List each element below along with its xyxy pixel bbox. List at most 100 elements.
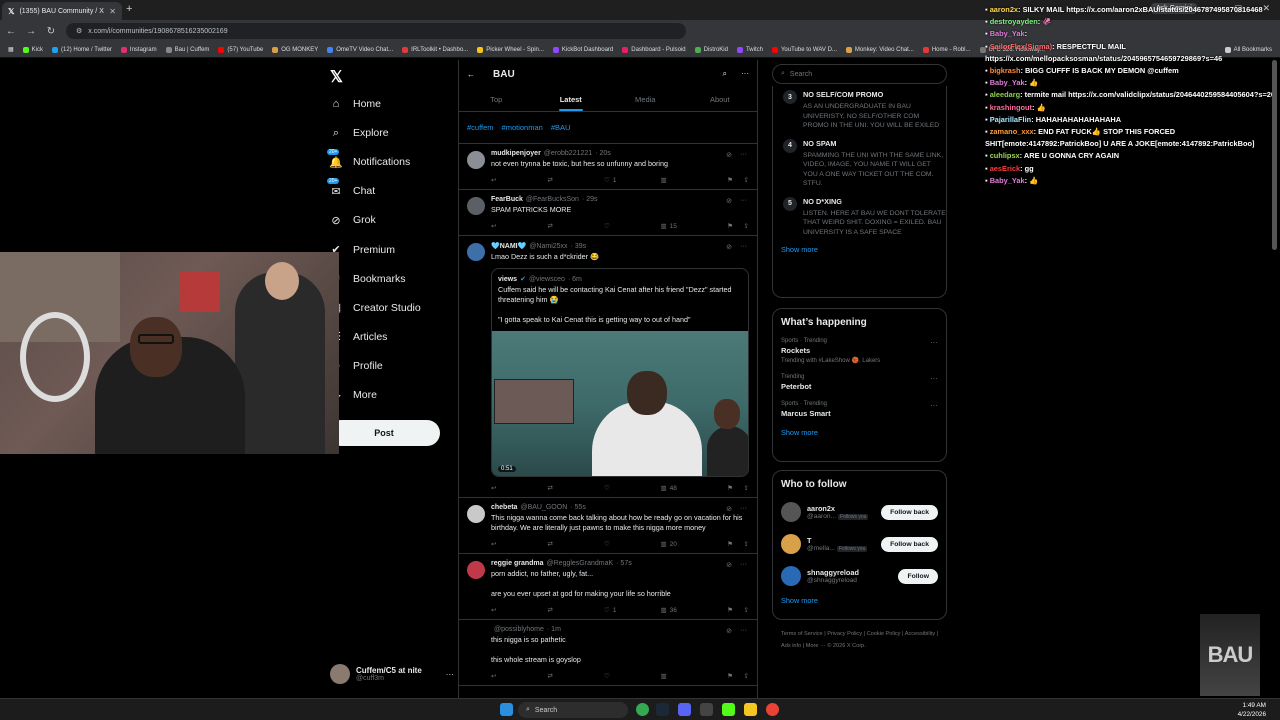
obs-icon[interactable] [700,703,713,716]
bookmark-item[interactable]: Kick [22,46,43,53]
trend-item[interactable]: Trending Peterbot ··· [773,374,946,391]
bookmark-item[interactable]: (57) YouTube [218,46,263,53]
trend-item[interactable]: Sports · Trending Marcus Smart ··· [773,401,946,418]
bookmark-item[interactable]: (12) Home / Twitter [52,46,112,53]
nav-item-creator-studio[interactable]: ▤Creator Studio [329,301,421,315]
more-icon[interactable]: ··· [930,338,938,347]
bookmark-item[interactable]: DistroKid [694,46,728,53]
share-icon[interactable]: ⇪ [733,176,749,184]
share-icon[interactable]: ⇪ [733,606,749,614]
tweet-action[interactable]: ♡ 1 [604,606,661,615]
chat-username[interactable]: aleedarg [990,90,1020,99]
follow-button[interactable]: Follow back [881,504,938,520]
tweet-author-name[interactable]: 🩵NAMI🩵 [491,242,526,250]
grok-icon[interactable]: ⊘ [726,197,732,205]
nav-item-bookmarks[interactable]: ⚑Bookmarks [329,272,405,286]
kick-icon[interactable] [722,703,735,716]
grok-icon[interactable]: ⊘ [726,561,732,569]
forward-icon[interactable]: → [26,26,36,37]
close-tab-icon[interactable]: ✕ [109,7,116,16]
tweet-author-name[interactable]: mudkipenjoyer [491,150,541,157]
bookmark-item[interactable]: OmeTV Video Chat... [327,46,393,53]
grok-icon[interactable]: ⊘ [726,627,732,635]
follow-suggestion[interactable]: shnaggyreload @shnaggyreload Follow [773,560,946,592]
rules-show-more[interactable]: Show more [773,245,946,254]
scrollbar-thumb[interactable] [1272,60,1277,250]
grok-icon[interactable]: ⊘ [726,243,732,251]
bookmark-icon[interactable]: ⚑ [717,222,733,230]
back-icon[interactable]: ← [6,26,16,37]
video-player[interactable]: 0:51 [492,331,748,476]
share-icon[interactable]: ⇪ [733,484,749,492]
chat-username[interactable]: destroyayden [990,17,1038,26]
tweet-action[interactable]: ⇄ [548,222,605,230]
bookmark-item[interactable]: Dashboard - Pulsoid [622,46,686,53]
chat-username[interactable]: Baby_Yak [990,78,1025,87]
more-icon[interactable]: ··· [930,401,938,410]
tweet-action[interactable]: ⇄ [548,484,605,492]
account-switcher[interactable]: Cuffem/C5 at nite @cuff3m ··· [330,664,454,684]
follow-button[interactable]: Follow back [881,536,938,552]
bookmark-item[interactable]: YouTube to WAV D... [771,46,837,53]
bookmark-item[interactable]: IRLToolkit • Dashbo... [402,46,468,53]
chat-username[interactable]: Baby_Yak [990,29,1025,38]
nav-item-home[interactable]: ⌂ Home [329,97,381,111]
search-icon[interactable]: ⌕ [723,69,727,79]
trends-show-more[interactable]: Show more [773,428,946,437]
tweet-author-name[interactable]: chebeta [491,504,517,511]
chat-username[interactable]: SailorFlex(Sigma) [990,42,1052,51]
quoted-tweet[interactable]: views ✔ @viewsceo · 6m Cuffem said he will b… [491,268,749,477]
tweet-action[interactable]: ↩ [491,484,548,492]
nav-item-notifications[interactable]: 🔔 20+ Notifications [327,149,410,169]
search-input[interactable]: ⌕ Search [772,64,947,84]
chat-username[interactable]: aaron2x [990,5,1018,14]
bookmark-item[interactable]: Picker Wheel - Spin... [477,46,544,53]
tweet-action[interactable]: ▥ [661,672,718,680]
tweet-author-name[interactable]: FearBuck [491,196,523,203]
new-tab-icon[interactable]: + [126,3,132,15]
avatar[interactable] [467,151,485,169]
chat-username[interactable]: Baby_Yak [990,176,1025,185]
tweet-action[interactable]: ♡ [604,484,661,492]
bookmark-item[interactable]: Twitch [736,46,763,53]
chrome-icon[interactable] [636,703,649,716]
site-info-icon[interactable]: ⚙ [76,27,82,35]
more-icon[interactable]: ··· [741,69,749,79]
chat-username[interactable]: PajarillaFlin [990,115,1032,124]
avatar[interactable] [467,627,485,645]
system-clock[interactable]: 1:49 AM 4/22/2026 [1238,701,1266,719]
grok-icon[interactable]: ⊘ [726,151,732,159]
tweet[interactable]: mudkipenjoyer @erobb221221 · 20s ⊘ ··· not ev… [459,144,757,190]
reload-icon[interactable]: ↻ [46,26,56,37]
browser-tab[interactable]: 𝕏 (1355) BAU Community / X ✕ [2,2,122,20]
hashtag-link[interactable]: #cuffem [467,123,494,132]
nav-item-explore[interactable]: ⌕ Explore [329,126,389,140]
chat-username[interactable]: krashingout [990,103,1032,112]
share-icon[interactable]: ⇪ [733,222,749,230]
hashtag-link[interactable]: #motionman [502,123,543,132]
bookmark-icon[interactable]: ⚑ [717,540,733,548]
tweet-action[interactable]: ▥ [661,176,718,184]
taskbar-search[interactable]: ⌕ Search [518,702,628,718]
tweet-action[interactable]: ↩ [491,222,548,230]
tweet-action[interactable]: ▥ 48 [661,484,718,493]
bookmark-item[interactable]: Home - Robl... [922,46,971,53]
nav-item-grok[interactable]: ⊘ Grok [329,213,375,227]
bookmark-icon[interactable]: ⚑ [717,606,733,614]
back-arrow-icon[interactable]: ← [467,70,475,79]
tab-latest[interactable]: Latest [534,88,609,111]
tweet[interactable]: reggie grandma @RegglesGrandmaK · 57s ⊘ ··· p… [459,554,757,620]
tweet-action[interactable]: ⇄ [548,540,605,548]
tweet-action[interactable]: ↩ [491,176,548,184]
tweet[interactable]: 🩵NAMI🩵 @Nami25xx · 39s ⊘ ··· Lmao Dezz is suc… [459,236,757,498]
more-icon[interactable]: ··· [740,197,747,205]
follow-suggestion[interactable]: aaron2x @aaron... Follows you Follow back [773,496,946,528]
quoted-author-name[interactable]: views [498,276,517,283]
tweet-action[interactable]: ⇄ [548,176,605,184]
avatar[interactable] [467,197,485,215]
more-icon[interactable]: ··· [930,374,938,383]
folder-icon[interactable] [744,703,757,716]
tweet[interactable]: chebeta @BAU_GOON · 55s ⊘ ··· This nigga wann… [459,498,757,554]
tweet-action[interactable]: ♡ [604,672,661,680]
hashtag-link[interactable]: #BAU [551,123,571,132]
